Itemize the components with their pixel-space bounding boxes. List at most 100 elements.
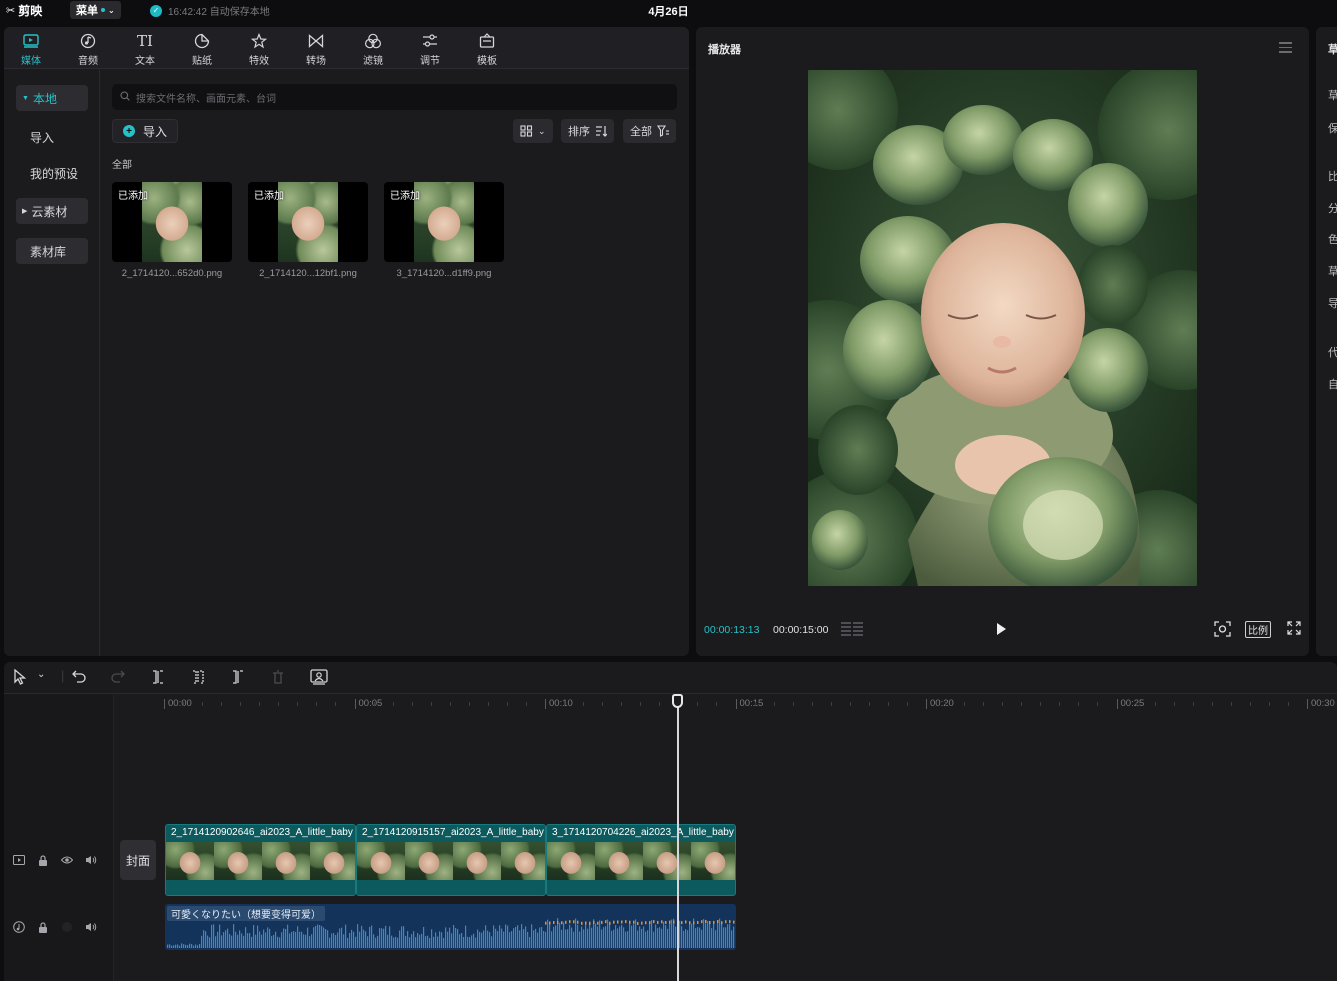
- ruler-minor-tick: [811, 702, 813, 706]
- tab-media-label: 媒体: [21, 56, 41, 67]
- video-clip[interactable]: 3_1714120704226_ai2023_A_little_baby: [546, 824, 736, 896]
- import-button[interactable]: + 导入: [112, 119, 179, 143]
- ruler-tick-label: 00:05: [354, 699, 382, 709]
- ruler-minor-tick: [640, 702, 642, 706]
- chevron-down-icon[interactable]: ⌄: [37, 669, 45, 680]
- split-icon[interactable]: [152, 670, 164, 687]
- tab-transition[interactable]: 转场: [291, 30, 341, 68]
- placeholder-icon: [60, 920, 74, 934]
- ratio-button[interactable]: 比例: [1245, 621, 1271, 638]
- split-right-icon[interactable]: [232, 670, 244, 687]
- tab-text[interactable]: TI 文本: [120, 30, 170, 68]
- video-track-controls: [12, 853, 98, 867]
- tab-adjust-label: 调节: [420, 56, 440, 67]
- player-panel: 播放器 00:00:13:13 00:00:15:00 比例: [696, 27, 1309, 656]
- ruler-minor-tick: [259, 702, 261, 706]
- panel-text: 分: [1328, 203, 1337, 215]
- ruler-minor-tick: [430, 702, 432, 706]
- ruler-minor-tick: [792, 702, 794, 706]
- sidebar-item-label: 云素材: [31, 204, 68, 219]
- clip-name: 3_1714120704226_ai2023_A_little_baby: [552, 827, 734, 838]
- undo-icon[interactable]: [72, 669, 86, 686]
- video-clip[interactable]: 2_1714120915157_ai2023_A_little_baby: [356, 824, 546, 896]
- sort-button[interactable]: 排序: [561, 119, 614, 143]
- audio-track-controls: [12, 920, 98, 934]
- clip-thumbnail-strip: [166, 842, 355, 880]
- sidebar-item-local[interactable]: ▼ 本地: [16, 85, 88, 111]
- tab-template[interactable]: 模板: [462, 30, 512, 68]
- tab-effects-label: 特效: [249, 56, 269, 67]
- filter-button[interactable]: 全部: [623, 119, 676, 143]
- ruler-minor-tick: [1192, 702, 1194, 706]
- sidebar-item-import[interactable]: 导入: [16, 124, 88, 150]
- screenshot-icon[interactable]: [1214, 621, 1231, 640]
- playhead[interactable]: [677, 694, 679, 981]
- asset-toolbar: 媒体 音频 TI 文本 贴纸 特效 转场 滤镜 调节 模板: [4, 27, 689, 69]
- timecode-grid-icon[interactable]: [841, 621, 863, 637]
- eye-icon[interactable]: [60, 853, 74, 867]
- tab-sticker[interactable]: 贴纸: [177, 30, 227, 68]
- playhead-handle[interactable]: [672, 694, 683, 708]
- sidebar-item-label: 素材库: [30, 244, 67, 259]
- media-thumbnail[interactable]: 已添加: [248, 182, 368, 262]
- audio-track-icon: [12, 920, 26, 934]
- total-time: 00:00:15:00: [773, 624, 829, 636]
- panel-text: 自: [1328, 379, 1337, 391]
- sort-label: 排序: [568, 126, 590, 138]
- ruler-minor-tick: [659, 702, 661, 706]
- split-left-icon[interactable]: [192, 670, 204, 687]
- sidebar-item-library[interactable]: 素材库: [16, 238, 88, 264]
- template-icon: [479, 30, 495, 52]
- ruler-minor-tick: [564, 702, 566, 706]
- view-mode-button[interactable]: ⌄: [513, 119, 553, 143]
- panel-text: 导: [1328, 298, 1337, 310]
- media-item[interactable]: 已添加 3_1714120...d1ff9.png: [384, 182, 504, 279]
- lock-icon[interactable]: [36, 920, 50, 934]
- tab-media[interactable]: 媒体: [6, 30, 56, 68]
- media-thumbnail[interactable]: 已添加: [384, 182, 504, 262]
- tab-audio[interactable]: 音频: [63, 30, 113, 68]
- cover-button[interactable]: 封面: [120, 840, 156, 880]
- ai-matting-icon[interactable]: [310, 669, 328, 688]
- panel-text: 草: [1328, 90, 1337, 102]
- ruler-minor-tick: [411, 702, 413, 706]
- tab-effects[interactable]: 特效: [234, 30, 284, 68]
- audio-clip[interactable]: 可愛くなりたい（想要变得可爱）: [165, 904, 736, 950]
- play-icon[interactable]: [997, 623, 1006, 635]
- ruler-minor-tick: [373, 702, 375, 706]
- search-icon: [120, 90, 130, 104]
- player-menu-icon[interactable]: [1279, 42, 1292, 56]
- video-preview[interactable]: [808, 70, 1197, 586]
- delete-icon[interactable]: [272, 670, 284, 687]
- search-input[interactable]: 搜索文件名称、画面元素、台词: [112, 84, 677, 110]
- lock-icon[interactable]: [36, 853, 50, 867]
- panel-text: 保: [1328, 123, 1337, 135]
- ruler-minor-tick: [221, 702, 223, 706]
- ruler-tick-label: 00:25: [1116, 699, 1144, 709]
- ruler-minor-tick: [583, 702, 585, 706]
- sidebar-item-cloud[interactable]: ▶ 云素材: [16, 198, 88, 224]
- baby-photo-thumbnail: [278, 182, 338, 262]
- redo-icon[interactable]: [111, 669, 125, 686]
- select-tool[interactable]: [13, 668, 27, 688]
- media-thumbnail[interactable]: 已添加: [112, 182, 232, 262]
- media-item[interactable]: 已添加 2_1714120...12bf1.png: [248, 182, 368, 279]
- video-clip[interactable]: 2_1714120902646_ai2023_A_little_baby: [165, 824, 356, 896]
- tab-adjust[interactable]: 调节: [405, 30, 455, 68]
- sidebar-item-presets[interactable]: 我的预设: [16, 160, 88, 186]
- divider: |: [61, 668, 65, 683]
- volume-icon[interactable]: [84, 853, 98, 867]
- time-ruler[interactable]: 00:00 00:05 00:10 00:15 00:20 00:25 00:30: [114, 694, 1337, 714]
- audio-icon: [80, 30, 96, 52]
- media-item[interactable]: 已添加 2_1714120...652d0.png: [112, 182, 232, 279]
- ruler-minor-tick: [754, 702, 756, 706]
- ruler-minor-tick: [240, 702, 242, 706]
- volume-icon[interactable]: [84, 920, 98, 934]
- tab-filter[interactable]: 滤镜: [348, 30, 398, 68]
- baby-cabbage-photo: [808, 70, 1197, 586]
- fullscreen-icon[interactable]: [1287, 621, 1301, 638]
- panel-header-text: 草: [1328, 44, 1337, 56]
- ruler-minor-tick: [906, 702, 908, 706]
- ruler-minor-tick: [1249, 702, 1251, 706]
- ruler-tick-label: 00:10: [545, 699, 573, 709]
